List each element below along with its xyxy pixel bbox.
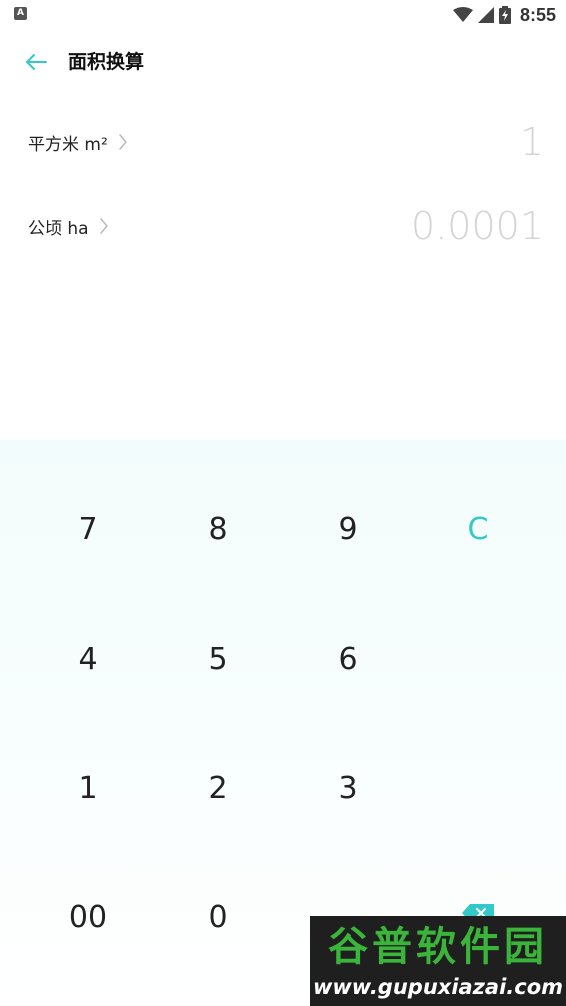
chevron-right-icon	[118, 134, 127, 150]
arrow-left-icon	[26, 54, 47, 70]
unit-value-from[interactable]: 1	[520, 112, 544, 172]
unit-selector-to[interactable]: 公顷 ha	[28, 196, 109, 256]
key-6[interactable]: 6	[283, 619, 413, 699]
unit-row-hectare: 公顷 ha 0.0001	[0, 196, 566, 256]
wifi-icon	[452, 7, 473, 22]
app-notification-icon: A	[14, 7, 27, 20]
signal-icon	[477, 7, 494, 23]
key-5[interactable]: 5	[153, 619, 283, 699]
key-7[interactable]: 7	[23, 489, 153, 569]
key-4[interactable]: 4	[23, 619, 153, 699]
key-9[interactable]: 9	[283, 489, 413, 569]
key-3[interactable]: 3	[283, 748, 413, 828]
chevron-right-icon	[99, 218, 108, 234]
unit-label: 平方米 m²	[28, 134, 108, 155]
status-icons: 8:55	[452, 4, 556, 26]
unit-label: 公顷 ha	[28, 218, 89, 239]
battery-charging-icon	[498, 6, 511, 24]
watermark-url: www.gupuxiazai.com	[312, 975, 564, 999]
watermark: 谷普软件园 www.gupuxiazai.com	[310, 916, 566, 1006]
header: 面积换算	[0, 40, 566, 84]
status-time: 8:55	[519, 4, 556, 25]
key-0[interactable]: 0	[153, 877, 283, 957]
clear-button[interactable]: C	[413, 489, 543, 569]
key-2[interactable]: 2	[153, 748, 283, 828]
key-00[interactable]: 00	[23, 877, 153, 957]
page-title: 面积换算	[68, 51, 145, 73]
unit-selector-from[interactable]: 平方米 m²	[28, 112, 128, 172]
key-8[interactable]: 8	[153, 489, 283, 569]
key-1[interactable]: 1	[23, 748, 153, 828]
unit-row-square-meter: 平方米 m² 1	[0, 112, 566, 172]
back-button[interactable]	[22, 50, 50, 74]
status-bar: A 8:55	[0, 0, 566, 30]
unit-value-to[interactable]: 0.0001	[411, 196, 544, 256]
screen: A 8:55 面积换算 平方米 m² 1 公顷 ha 0.0001 7 8 9 …	[0, 0, 566, 1006]
watermark-title: 谷普软件园	[328, 924, 548, 970]
